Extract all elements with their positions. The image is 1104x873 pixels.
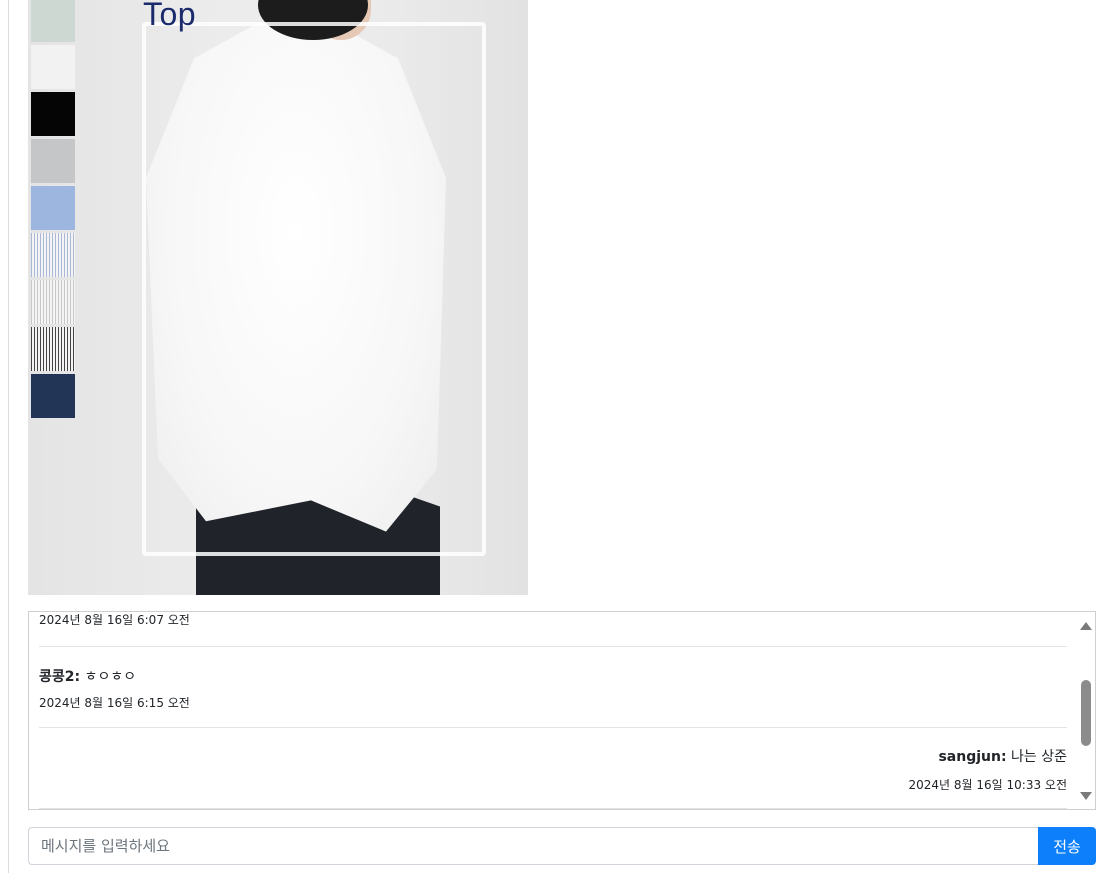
swatch-off-white[interactable] — [31, 45, 75, 89]
message-list: 2024년 8월 16일 6:07 오전콩콩2: ㅎㅇㅎㅇ 2024년 8월 16… — [39, 612, 1067, 809]
message-text: ㅎㅇㅎㅇ — [80, 669, 137, 685]
swatch-black[interactable] — [31, 92, 75, 136]
scroll-up-icon[interactable] — [1080, 622, 1092, 630]
color-swatches — [31, 0, 75, 421]
chat-scrollbar[interactable] — [1077, 612, 1095, 809]
detection-box — [142, 22, 486, 556]
swatch-blue-stripe[interactable] — [31, 233, 75, 277]
chat-messages[interactable]: 2024년 8월 16일 6:07 오전콩콩2: ㅎㅇㅎㅇ 2024년 8월 16… — [28, 611, 1096, 810]
swatch-navy[interactable] — [31, 374, 75, 418]
send-button[interactable]: 전송 — [1038, 827, 1096, 865]
scroll-down-icon[interactable] — [1080, 792, 1092, 800]
scroll-thumb[interactable] — [1081, 680, 1091, 746]
detection-label: Top — [143, 0, 197, 32]
swatch-light-gray[interactable] — [31, 139, 75, 183]
message-author: sangjun: — [938, 749, 1007, 765]
message-composer: 전송 — [28, 827, 1096, 865]
product-image: Top — [28, 0, 528, 595]
chat-message: 2024년 8월 16일 6:07 오전 — [39, 612, 1067, 647]
message-line: 콩콩2: ㅎㅇㅎㅇ — [39, 667, 1067, 687]
swatch-light-blue[interactable] — [31, 186, 75, 230]
message-line: sangjun: 나는 상준 — [39, 747, 1067, 767]
chat-message: 콩콩2: ㅎㅇㅎㅇ 2024년 8월 16일 6:15 오전 — [39, 647, 1067, 728]
message-input[interactable] — [28, 827, 1039, 865]
message-timestamp: 2024년 8월 16일 6:07 오전 — [39, 613, 190, 627]
chat-message: sangjun: 나는 상준 2024년 8월 16일 10:33 오전 — [39, 728, 1067, 809]
message-timestamp: 2024년 8월 16일 10:33 오전 — [908, 778, 1067, 792]
message-timestamp: 2024년 8월 16일 6:15 오전 — [39, 696, 190, 710]
swatch-mint-gray[interactable] — [31, 0, 75, 42]
message-author: 콩콩2: — [39, 669, 81, 685]
swatch-black-stripe[interactable] — [31, 327, 75, 371]
message-text: 나는 상준 — [1006, 749, 1067, 765]
page-divider — [8, 0, 9, 873]
swatch-gray-stripe[interactable] — [31, 280, 75, 324]
